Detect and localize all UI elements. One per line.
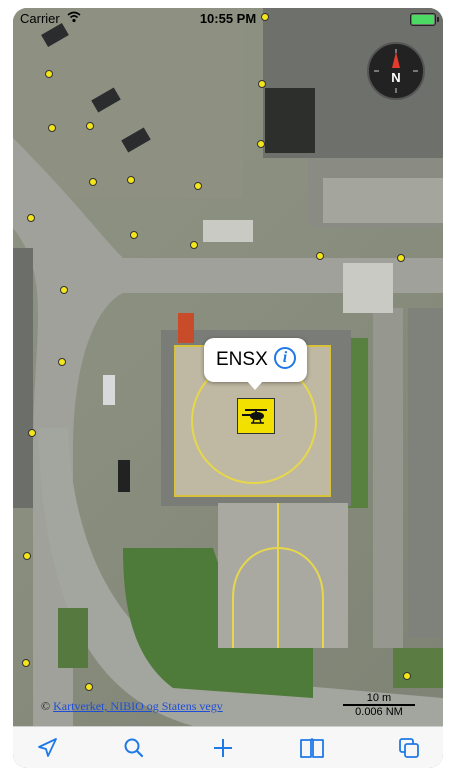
info-icon: i bbox=[282, 349, 288, 366]
search-icon[interactable] bbox=[120, 734, 148, 762]
waypoint-dot[interactable] bbox=[258, 80, 266, 88]
waypoint-dot[interactable] bbox=[130, 231, 138, 239]
status-bar: Carrier 10:55 PM bbox=[13, 8, 443, 30]
callout-tail bbox=[246, 380, 264, 390]
waypoint-dot[interactable] bbox=[45, 70, 53, 78]
waypoint-dot[interactable] bbox=[89, 178, 97, 186]
waypoint-dot[interactable] bbox=[86, 122, 94, 130]
plus-icon[interactable] bbox=[209, 734, 237, 762]
waypoint-dot[interactable] bbox=[60, 286, 68, 294]
waypoint-dot[interactable] bbox=[28, 429, 36, 437]
map-attribution: © Kartverket, NIBIO og Statens vegv bbox=[41, 699, 223, 714]
waypoint-dot[interactable] bbox=[22, 659, 30, 667]
scale-nautical: 0.006 NM bbox=[355, 706, 403, 718]
waypoint-dot[interactable] bbox=[316, 252, 324, 260]
bottom-toolbar bbox=[13, 726, 443, 768]
waypoint-dot[interactable] bbox=[48, 124, 56, 132]
attribution-prefix: © bbox=[41, 699, 51, 713]
heliport-marker[interactable] bbox=[237, 398, 275, 434]
waypoint-dot[interactable] bbox=[127, 176, 135, 184]
compass[interactable]: N bbox=[367, 42, 425, 100]
scale-bar: 10 m 0.006 NM bbox=[339, 690, 419, 720]
waypoint-dot[interactable] bbox=[23, 552, 31, 560]
map-view[interactable]: N ENSX i 10 m 0.006 NM © Kartverket, NIB… bbox=[13, 8, 443, 726]
waypoint-dot[interactable] bbox=[194, 182, 202, 190]
attribution-link[interactable]: Kartverket, NIBIO og Statens vegv bbox=[53, 699, 223, 713]
battery-icon bbox=[410, 13, 439, 26]
airport-callout[interactable]: ENSX i bbox=[204, 338, 307, 390]
compass-north-label: N bbox=[391, 70, 401, 85]
location-arrow-icon[interactable] bbox=[33, 734, 61, 762]
status-time: 10:55 PM bbox=[199, 11, 257, 26]
scale-metric: 10 m bbox=[366, 692, 392, 704]
waypoint-dot[interactable] bbox=[257, 140, 265, 148]
waypoint-dot[interactable] bbox=[403, 672, 411, 680]
waypoint-dot[interactable] bbox=[85, 683, 93, 691]
waypoint-dot[interactable] bbox=[397, 254, 405, 262]
battery-level bbox=[412, 15, 434, 24]
waypoint-dot[interactable] bbox=[27, 214, 35, 222]
waypoint-dot[interactable] bbox=[190, 241, 198, 249]
waypoint-dot[interactable] bbox=[58, 358, 66, 366]
info-button[interactable]: i bbox=[274, 347, 296, 369]
callout-title: ENSX bbox=[216, 349, 268, 370]
layers-icon[interactable] bbox=[395, 734, 423, 762]
app-frame: N ENSX i 10 m 0.006 NM © Kartverket, NIB… bbox=[13, 8, 443, 768]
helicopter-icon bbox=[242, 409, 267, 424]
book-icon[interactable] bbox=[298, 734, 326, 762]
battery-nub bbox=[437, 17, 439, 22]
